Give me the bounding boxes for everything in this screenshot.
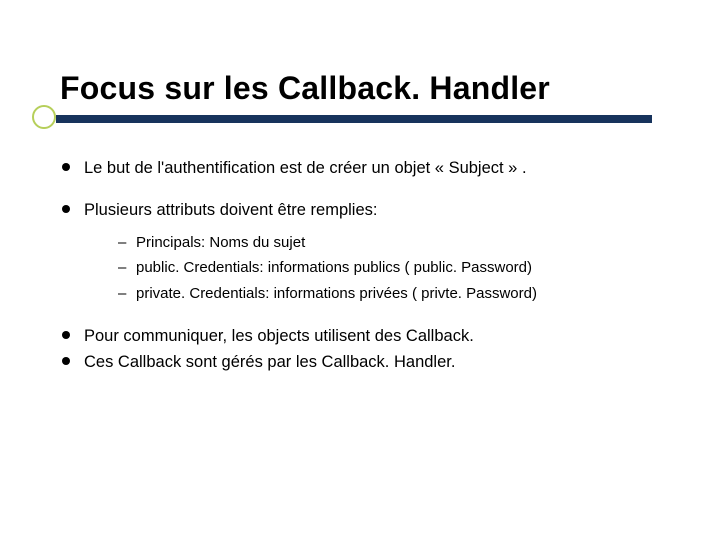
slide: Focus sur les Callback. Handler Le but d… [0,0,720,540]
sub-bullet-item: private. Credentials: informations privé… [118,283,660,305]
sub-bullet-text: private. Credentials: informations privé… [136,285,537,302]
decorative-circle-icon [32,105,56,129]
bullet-list: Pour communiquer, les objects utilisent … [60,325,660,374]
bullet-item: Le but de l'authentification est de crée… [60,157,660,179]
sub-bullet-list: Principals: Noms du sujet public. Creden… [118,232,660,305]
bullet-text: Pour communiquer, les objects utilisent … [84,327,474,345]
bullet-text: Le but de l'authentification est de crée… [84,159,527,177]
sub-bullet-item: public. Credentials: informations public… [118,257,660,279]
title-underline [60,111,660,129]
bullet-item: Pour communiquer, les objects utilisent … [60,325,660,347]
decorative-bar [56,115,652,123]
bullet-list: Le but de l'authentification est de crée… [60,157,660,305]
bullet-text: Ces Callback sont gérés par les Callback… [84,353,455,371]
sub-bullet-item: Principals: Noms du sujet [118,232,660,254]
bullet-item: Ces Callback sont gérés par les Callback… [60,351,660,373]
slide-title: Focus sur les Callback. Handler [60,70,660,107]
sub-bullet-text: public. Credentials: informations public… [136,259,532,276]
sub-bullet-text: Principals: Noms du sujet [136,234,305,251]
bullet-text: Plusieurs attributs doivent être remplie… [84,201,377,219]
bullet-item: Plusieurs attributs doivent être remplie… [60,199,660,305]
